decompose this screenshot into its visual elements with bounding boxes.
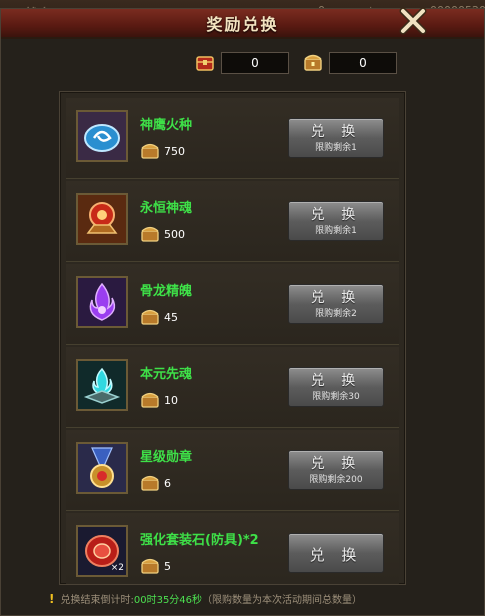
close-button[interactable] [395,3,431,39]
item-cost-value: 6 [164,476,171,490]
chest-icon [141,475,159,491]
red-token-icon [196,56,214,71]
chest-icon [304,54,322,71]
purchase-limit: 限购剩余1 [315,226,357,236]
blue-swirl-orb-icon [76,110,128,162]
chest-icon [141,309,159,325]
item-name: 本元先魂 [140,367,193,382]
item-name: 骨龙精魄 [140,284,193,299]
red-orb-on-stand-icon [76,193,128,245]
list-item: 星级勋章 6 兑 换 限购剩余200 [66,430,399,511]
item-cost: 10 [140,391,178,409]
item-cost: 750 [140,142,185,160]
item-cost: 5 [140,557,171,575]
item-cost: 500 [140,225,185,243]
star-medal-icon [76,442,128,494]
token-count-1: 0 [221,52,289,74]
chest-icon [141,143,159,159]
cyan-flame-on-stand-icon [76,359,128,411]
exchange-label: 兑 换 [310,290,362,306]
item-cost-value: 500 [164,227,185,241]
countdown-time: 00时35分46秒 [133,595,203,606]
item-quantity: ×2 [110,563,124,573]
token-counter-2: 0 [303,51,397,75]
exchange-label: 兑 换 [310,207,362,223]
list-item: 骨龙精魄 45 兑 换 限购剩余2 [66,264,399,345]
exchange-button[interactable]: 兑 换 限购剩余1 [288,201,384,241]
countdown-note: （限购数量为本次活动期间总数量） [202,595,363,606]
chest-icon [141,392,159,408]
item-cost-value: 750 [164,144,185,158]
purchase-limit: 限购剩余2 [315,309,357,319]
item-name: 永恒神魂 [140,201,193,216]
token-count-2: 0 [329,52,397,74]
token-counter-1: 0 [195,51,289,75]
purple-flame-icon [76,276,128,328]
item-name: 强化套装石(防具)*2 [140,533,259,548]
item-name: 神鹰火种 [140,118,193,133]
exchange-label: 兑 换 [310,373,362,389]
item-cost-value: 45 [164,310,178,324]
exchange-button[interactable]: 兑 换 限购剩余2 [288,284,384,324]
list-item: 永恒神魂 500 兑 换 限购剩余1 [66,181,399,262]
purchase-limit: 限购剩余30 [312,392,360,402]
exchange-item-list: 神鹰火种 750 兑 换 限购剩余1 永恒神魂 500 兑 换 限购剩余1 骨龙… [59,91,406,585]
warning-icon: ! [49,591,55,606]
purchase-limit: 限购剩余1 [315,143,357,153]
list-item: 本元先魂 10 兑 换 限购剩余30 [66,347,399,428]
list-item: ×2 强化套装石(防具)*2 5 兑 换 [66,513,399,584]
countdown-footer: ! 兑换结束倒计时: 00时35分46秒 （限购数量为本次活动期间总数量） [49,591,363,607]
exchange-button[interactable]: 兑 换 [288,533,384,573]
item-cost-value: 10 [164,393,178,407]
item-cost-value: 5 [164,559,171,573]
countdown-label: 兑换结束倒计时: [60,595,134,606]
exchange-label: 兑 换 [310,456,362,472]
purchase-limit: 限购剩余200 [309,475,363,485]
exchange-button[interactable]: 兑 换 限购剩余200 [288,450,384,490]
exchange-label: 兑 换 [310,124,362,140]
reward-exchange-dialog: 奖励兑换 0 0 神鹰火种 750 兑 换 限购剩余1 永恒神魂 500 兑 换… [0,7,485,616]
exchange-button[interactable]: 兑 换 限购剩余1 [288,118,384,158]
exchange-label: 兑 换 [309,546,363,564]
item-name: 星级勋章 [140,450,193,465]
chest-icon [141,226,159,242]
exchange-button[interactable]: 兑 换 限购剩余30 [288,367,384,407]
chest-icon [141,558,159,574]
list-item: 神鹰火种 750 兑 换 限购剩余1 [66,98,399,179]
red-gem-stone-icon: ×2 [76,525,128,577]
close-icon [399,7,427,35]
item-cost: 6 [140,474,171,492]
item-cost: 45 [140,308,178,326]
